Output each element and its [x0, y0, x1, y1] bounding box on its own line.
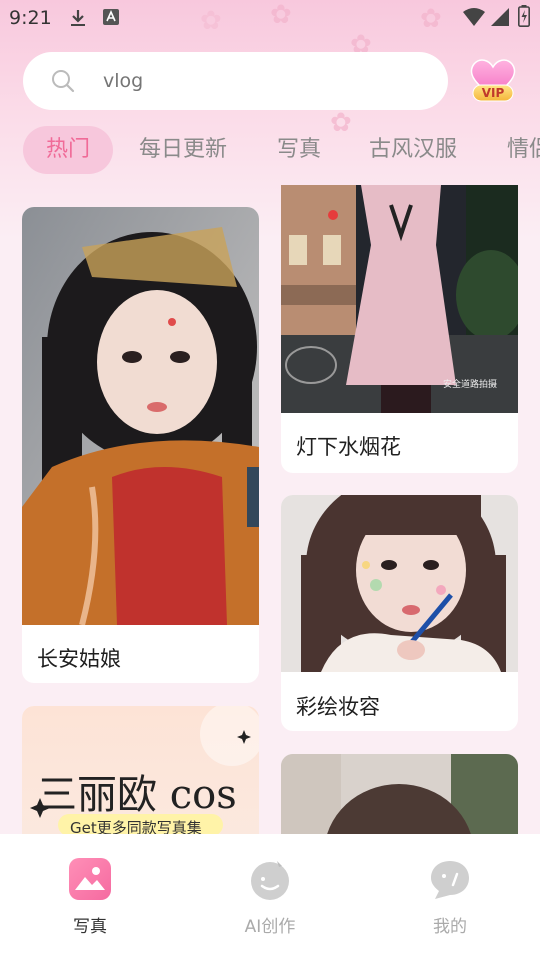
vip-button[interactable]: VIP: [466, 56, 520, 106]
card-image: [22, 207, 259, 625]
tab-label: 每日更新: [139, 137, 228, 162]
vip-label: VIP: [481, 86, 505, 100]
search-icon: [52, 70, 75, 93]
nav-item-ai-create[interactable]: AI创作: [200, 834, 340, 960]
battery-icon: [518, 5, 530, 27]
tab-label: 情侣: [507, 137, 540, 162]
nav-label: 写真: [73, 917, 107, 937]
wifi-icon: [463, 8, 485, 26]
tab-label: 热门: [46, 137, 91, 162]
bottom-navigation: 写真 AI创作 我的: [0, 834, 540, 960]
card-image: [281, 495, 518, 672]
nav-label: 我的: [433, 917, 467, 937]
tab-portrait[interactable]: 写真: [277, 126, 321, 174]
photo-card[interactable]: 三丽欧 cos Get更多同款写真集: [22, 706, 259, 846]
status-time: 9:21: [9, 7, 52, 29]
profile-chat-icon: [431, 861, 469, 899]
card-title: 灯下水烟花: [296, 435, 401, 459]
photo-icon: [69, 858, 111, 900]
app-badge-icon: [103, 9, 119, 25]
ai-face-icon: [251, 861, 289, 900]
card-title: 长安姑娘: [37, 647, 121, 671]
tab-daily-update[interactable]: 每日更新: [139, 126, 227, 174]
photo-card[interactable]: 长安姑娘: [22, 207, 259, 683]
banner-title: 三丽欧 cos: [37, 772, 237, 818]
nav-item-profile[interactable]: 我的: [380, 834, 520, 960]
tab-hot[interactable]: 热门: [23, 126, 114, 174]
photo-card[interactable]: 安全道路拍摄 灯下水烟花: [281, 185, 518, 473]
card-image: 安全道路拍摄: [281, 185, 518, 413]
tab-hanfu[interactable]: 古风汉服: [369, 126, 457, 174]
tab-label: 古风汉服: [369, 137, 458, 162]
nav-label: AI创作: [244, 917, 296, 937]
tab-couple[interactable]: 情侣: [507, 126, 540, 174]
nav-item-portrait[interactable]: 写真: [20, 834, 160, 960]
tab-label: 写真: [277, 137, 322, 162]
card-title: 彩绘妆容: [296, 695, 380, 719]
signal-icon: [491, 8, 509, 26]
status-bar: 9:21: [0, 0, 540, 36]
photo-card[interactable]: 彩绘妆容: [281, 495, 518, 731]
category-tabs: 热门 每日更新 写真 古风汉服 情侣: [0, 126, 540, 174]
search-input[interactable]: [103, 52, 423, 110]
search-bar[interactable]: [23, 52, 448, 110]
watermark-text: 安全道路拍摄: [443, 378, 497, 390]
download-icon: [71, 10, 85, 26]
